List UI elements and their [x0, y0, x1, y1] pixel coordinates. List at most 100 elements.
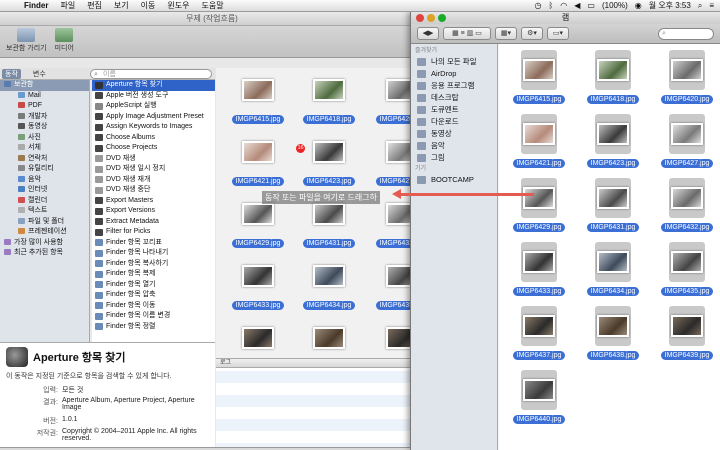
category-item[interactable]: 텍스트	[0, 206, 89, 217]
action-item[interactable]: Extract Metadata	[92, 217, 215, 228]
category-item[interactable]: 캘린더	[0, 196, 89, 207]
action-item[interactable]: Finder 항목 나타내기	[92, 248, 215, 259]
battery-icon[interactable]: ▭	[587, 1, 595, 10]
image-file-item[interactable]: IMGP6437.jpg	[501, 306, 577, 370]
hide-library-button[interactable]: 보관함 가리기	[6, 28, 47, 53]
category-item[interactable]: 연락처	[0, 154, 89, 165]
image-file-item[interactable]: IMGP6415.jpg	[501, 50, 577, 114]
action-item[interactable]: Finder 항목 정렬	[92, 322, 215, 333]
input-flag-icon[interactable]: ◉	[635, 1, 642, 10]
action-item[interactable]: Finder 항목 열기	[92, 280, 215, 291]
category-item[interactable]: 최근 추가된 항목	[0, 248, 89, 259]
action-item[interactable]: Finder 항목 이름 변경	[92, 311, 215, 322]
image-file-item[interactable]: IMGP6434.jpg	[291, 256, 367, 320]
image-file-item[interactable]: IMGP6421.jpg	[501, 114, 577, 178]
spotlight-icon[interactable]: ⌕	[698, 1, 702, 11]
action-item[interactable]: Export Masters	[92, 196, 215, 207]
category-item[interactable]: 파일 및 폴더	[0, 217, 89, 228]
image-file-item[interactable]: IMGP6429.jpg	[501, 178, 577, 242]
notification-icon[interactable]: ≡	[709, 1, 714, 10]
image-file-item[interactable]: IMGP6423.jpg	[575, 114, 651, 178]
menu-window[interactable]: 윈도우	[161, 0, 195, 11]
action-item[interactable]: Finder 항목 꼬리표	[92, 238, 215, 249]
category-item[interactable]: 사진	[0, 133, 89, 144]
menu-go[interactable]: 이동	[135, 0, 162, 11]
image-file-item[interactable]: IMGP6440.jpg	[501, 370, 577, 434]
sidebar-item[interactable]: 도큐멘트	[411, 104, 497, 116]
timemachine-icon[interactable]: ◷	[534, 1, 541, 10]
finder-search-input[interactable]: ⌕	[658, 27, 714, 40]
action-item[interactable]: Finder 항목 복사하기	[92, 259, 215, 270]
action-item[interactable]: Aperture 항목 찾기	[92, 80, 215, 91]
image-file-item[interactable]: IMGP6434.jpg	[575, 242, 651, 306]
image-file-item[interactable]: IMGP6432.jpg	[649, 178, 720, 242]
log-header[interactable]: 로그	[216, 359, 425, 368]
sidebar-item[interactable]: BOOTCAMP	[411, 174, 497, 186]
minimize-button[interactable]	[427, 14, 435, 22]
arrange-button[interactable]: ▦▾	[495, 27, 517, 40]
image-file-item[interactable]: IMGP6415.jpg	[220, 70, 296, 134]
sidebar-item[interactable]: 동영상	[411, 128, 497, 140]
image-file-item[interactable]: IMGP6418.jpg	[575, 50, 651, 114]
action-item[interactable]: DVD 재생	[92, 154, 215, 165]
category-item[interactable]: 보관함	[0, 80, 89, 91]
sidebar-item[interactable]: 나의 모든 파일	[411, 56, 497, 68]
action-item[interactable]: Choose Projects	[92, 143, 215, 154]
menu-help[interactable]: 도움말	[195, 0, 229, 11]
image-file-item[interactable]: IMGP6438.jpg	[291, 318, 367, 358]
action-item[interactable]: Finder 항목 복제	[92, 269, 215, 280]
wifi-icon[interactable]: ◠	[560, 1, 567, 10]
category-item[interactable]: 인터넷	[0, 185, 89, 196]
media-button[interactable]: 미디어	[55, 28, 74, 53]
volume-icon[interactable]: ◀	[574, 1, 580, 10]
category-item[interactable]: 음악	[0, 175, 89, 186]
share-button[interactable]: ▭▾	[547, 27, 569, 40]
category-item[interactable]: 가장 많이 사용함	[0, 238, 89, 249]
back-forward-button[interactable]: ◀▶	[417, 27, 439, 40]
category-item[interactable]: 개발자	[0, 112, 89, 123]
sidebar-item[interactable]: AirDrop	[411, 68, 497, 80]
bluetooth-icon[interactable]: ᛒ	[548, 1, 553, 10]
image-file-item[interactable]: IMGP6433.jpg	[501, 242, 577, 306]
image-file-item[interactable]: IMGP6423.jpg	[291, 132, 367, 196]
workflow-area[interactable]: IMGP6415.jpg IMGP6418.jpg IMGP6420.jpg IMGP…	[216, 68, 425, 358]
action-item[interactable]: DVD 재생 중단	[92, 185, 215, 196]
image-file-item[interactable]: IMGP6418.jpg	[291, 70, 367, 134]
image-file-item[interactable]: IMGP6439.jpg	[649, 306, 720, 370]
category-item[interactable]: 유틸리티	[0, 164, 89, 175]
sidebar-item[interactable]: 다운로드	[411, 116, 497, 128]
action-gear-button[interactable]: ⚙▾	[521, 27, 543, 40]
action-item[interactable]: Filter for Picks	[92, 227, 215, 238]
category-item[interactable]: 서체	[0, 143, 89, 154]
tab-actions[interactable]: 동작	[2, 68, 21, 79]
image-file-item[interactable]: IMGP6420.jpg	[649, 50, 720, 114]
image-file-item[interactable]: IMGP6438.jpg	[575, 306, 651, 370]
action-item[interactable]: DVD 재생 재개	[92, 175, 215, 186]
sidebar-item[interactable]: 데스크탑	[411, 92, 497, 104]
image-file-item[interactable]: IMGP6437.jpg	[220, 318, 296, 358]
menu-finder[interactable]: Finder	[18, 1, 54, 10]
action-item[interactable]: Apple 버전 생성 도구	[92, 91, 215, 102]
menu-file[interactable]: 파일	[54, 0, 81, 11]
library-search-input[interactable]: ⌕ 이름	[90, 69, 212, 79]
action-item[interactable]: Finder 항목 이동	[92, 301, 215, 312]
category-item[interactable]: PDF	[0, 101, 89, 112]
sidebar-item[interactable]: 그림	[411, 152, 497, 164]
close-button[interactable]	[416, 14, 424, 22]
category-item[interactable]: 프레젠테이션	[0, 227, 89, 238]
zoom-button[interactable]	[438, 14, 446, 22]
image-file-item[interactable]: IMGP6421.jpg	[220, 132, 296, 196]
image-file-item[interactable]: IMGP6431.jpg	[575, 178, 651, 242]
action-item[interactable]: Assign Keywords to Images	[92, 122, 215, 133]
action-item[interactable]: Apply Image Adjustment Preset	[92, 112, 215, 123]
sidebar-item[interactable]: 음악	[411, 140, 497, 152]
action-item[interactable]: Export Versions	[92, 206, 215, 217]
image-file-item[interactable]: IMGP6435.jpg	[649, 242, 720, 306]
view-mode-buttons[interactable]: ▦ ≡ ▥ ▭	[443, 27, 491, 40]
image-file-item[interactable]: IMGP6427.jpg	[649, 114, 720, 178]
action-item[interactable]: Choose Albums	[92, 133, 215, 144]
action-item[interactable]: AppleScript 실행	[92, 101, 215, 112]
tab-variables[interactable]: 변수	[25, 69, 54, 79]
action-item[interactable]: DVD 재생 일시 정지	[92, 164, 215, 175]
category-item[interactable]: 동영상	[0, 122, 89, 133]
